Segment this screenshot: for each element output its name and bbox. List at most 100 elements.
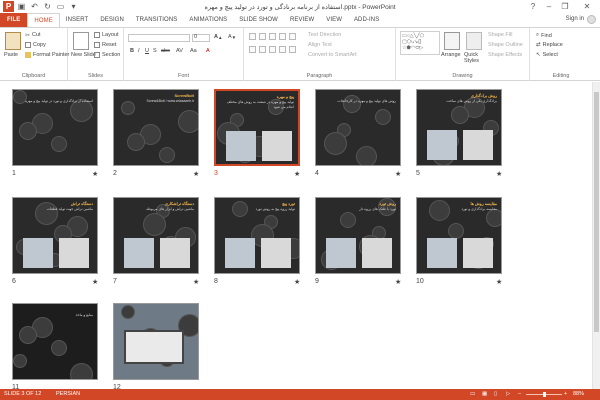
grow-font-icon[interactable]: A ▲: [214, 34, 223, 40]
align-text-button[interactable]: Align Text: [308, 42, 332, 48]
underline-button[interactable]: U: [145, 48, 149, 54]
slide-thumbnail[interactable]: دستگاه تراشکاری ماشین تراش و ابزار های مر…: [113, 197, 199, 274]
format-painter-button[interactable]: Format Painter: [25, 52, 69, 58]
slide-sorter-icon[interactable]: ▦: [482, 391, 487, 397]
tab-view[interactable]: VIEW: [320, 13, 348, 27]
tab-animations[interactable]: ANIMATIONS: [183, 13, 233, 27]
replace-button[interactable]: ⇄ Replace: [536, 42, 563, 48]
slide-thumbnail[interactable]: تورد پیچ تولید رزوه پیچ به روش تورد: [214, 197, 300, 274]
decrease-indent-icon[interactable]: [269, 33, 276, 40]
slide-thumbnail[interactable]: مقایسه روش ها مقایسه برادگذاری و تورد: [416, 197, 502, 274]
cut-button[interactable]: ✂ Cut: [25, 32, 41, 39]
slide-thumbnail[interactable]: ScrewBolt Screw&Bolt / www.ariasazeh.ir: [113, 89, 199, 166]
transition-star-icon[interactable]: ★: [92, 278, 98, 286]
paste-button[interactable]: Paste: [4, 52, 18, 58]
slide-thumbnail[interactable]: پیچ و مهره تولید پیچ و مهره در صنعت به رو…: [214, 89, 300, 166]
copy-button[interactable]: Copy: [25, 42, 46, 48]
arrange-icon[interactable]: [444, 32, 460, 50]
reading-view-icon[interactable]: ▯: [494, 391, 497, 397]
font-name-combo[interactable]: [128, 34, 190, 42]
find-button[interactable]: ⌕ Find: [536, 32, 552, 39]
transition-star-icon[interactable]: ★: [193, 170, 199, 178]
zoom-in-icon[interactable]: +: [564, 391, 567, 397]
slide-thumbnail[interactable]: روش تورد تورد با غلتک های رزوه دار: [315, 197, 401, 274]
transition-star-icon[interactable]: ★: [395, 278, 401, 286]
restore-button[interactable]: ❐: [558, 0, 572, 13]
slide-thumbnail[interactable]: استفاده از برادگذاری و تورد در تولید پیچ…: [12, 89, 98, 166]
language-indicator[interactable]: PERSIAN: [56, 391, 80, 397]
slide-thumbnail[interactable]: دستگاه تراش ماشین تراش جهت تولید قطعات: [12, 197, 98, 274]
start-slideshow-icon[interactable]: ▭: [55, 1, 66, 12]
avatar[interactable]: [587, 15, 596, 24]
transition-star-icon[interactable]: ★: [496, 278, 502, 286]
numbering-icon[interactable]: [259, 33, 266, 40]
justify-icon[interactable]: [279, 46, 286, 53]
convert-smartart-button[interactable]: Convert to SmartArt: [308, 52, 357, 58]
columns-icon[interactable]: [289, 46, 296, 53]
transition-star-icon[interactable]: ★: [496, 170, 502, 178]
sign-in-link[interactable]: Sign in: [566, 16, 584, 22]
align-center-icon[interactable]: [259, 46, 266, 53]
shapes-gallery[interactable]: ▭○△╲╱⬠ ▢⬡⤷↘{} ☆⬟◠⬭▷: [400, 31, 440, 55]
help-button[interactable]: ?: [526, 0, 540, 13]
shape-effects-button[interactable]: Shape Effects: [488, 52, 522, 58]
change-case-button[interactable]: Aa: [190, 48, 197, 54]
transition-star-icon[interactable]: ★: [294, 278, 300, 286]
section-button[interactable]: Section: [94, 52, 120, 58]
tab-insert[interactable]: INSERT: [60, 13, 95, 27]
paste-icon[interactable]: [5, 32, 21, 50]
align-left-icon[interactable]: [249, 46, 256, 53]
text-direction-button[interactable]: Text Direction: [308, 32, 341, 38]
tab-design[interactable]: DESIGN: [94, 13, 130, 27]
shape-fill-button[interactable]: Shape Fill: [488, 32, 512, 38]
customize-qat-icon[interactable]: ▾: [68, 1, 79, 12]
arrange-button[interactable]: Arrange: [441, 52, 461, 58]
close-button[interactable]: ✕: [580, 0, 594, 13]
font-color-icon[interactable]: A: [206, 48, 210, 54]
new-slide-icon[interactable]: [73, 32, 89, 50]
vertical-scrollbar[interactable]: [592, 82, 600, 389]
quick-styles-icon[interactable]: [466, 32, 482, 50]
tab-file[interactable]: FILE: [0, 13, 28, 27]
slide-thumbnail[interactable]: منابع و ماخذ: [12, 303, 98, 380]
tab-add-ins[interactable]: ADD-INS: [348, 13, 385, 27]
shape-outline-button[interactable]: Shape Outline: [488, 42, 523, 48]
slide-thumbnail[interactable]: روش های تولید پیچ و مهره در کارخانجات: [315, 89, 401, 166]
transition-star-icon[interactable]: ★: [294, 170, 300, 178]
slide-thumbnail[interactable]: روش برادگذاری برادگذاری یکی از روش های سا…: [416, 89, 502, 166]
transition-star-icon[interactable]: ★: [92, 170, 98, 178]
tab-review[interactable]: REVIEW: [284, 13, 320, 27]
tab-slide-show[interactable]: SLIDE SHOW: [233, 13, 284, 27]
zoom-out-icon[interactable]: –: [518, 391, 521, 397]
zoom-slider-thumb[interactable]: [543, 392, 546, 397]
minimize-button[interactable]: –: [542, 0, 556, 13]
layout-button[interactable]: Layout: [94, 32, 119, 38]
new-slide-button[interactable]: New Slide: [71, 52, 96, 58]
strikethrough-button[interactable]: abc: [161, 48, 170, 54]
bullets-icon[interactable]: [249, 33, 256, 40]
tab-home[interactable]: HOME: [27, 13, 60, 27]
increase-indent-icon[interactable]: [279, 33, 286, 40]
save-icon[interactable]: ▣: [16, 1, 27, 12]
italic-button[interactable]: I: [138, 48, 140, 54]
slideshow-icon[interactable]: ▷: [506, 391, 510, 397]
reset-button[interactable]: Reset: [94, 42, 116, 48]
character-spacing-button[interactable]: AV: [176, 48, 183, 54]
bold-button[interactable]: B: [130, 48, 134, 54]
zoom-level[interactable]: 88%: [573, 391, 584, 397]
slide-picture: [226, 131, 256, 161]
tab-transitions[interactable]: TRANSITIONS: [130, 13, 183, 27]
transition-star-icon[interactable]: ★: [193, 278, 199, 286]
slide-thumbnail[interactable]: [113, 303, 199, 380]
redo-icon[interactable]: ↻: [42, 1, 53, 12]
line-spacing-icon[interactable]: [289, 33, 296, 40]
shadow-button[interactable]: S: [153, 48, 157, 54]
shrink-font-icon[interactable]: A ▼: [228, 34, 236, 40]
scrollbar-thumb[interactable]: [594, 92, 599, 332]
quick-styles-button[interactable]: Quick Styles: [464, 52, 486, 64]
align-right-icon[interactable]: [269, 46, 276, 53]
undo-icon[interactable]: ↶: [29, 1, 40, 12]
transition-star-icon[interactable]: ★: [395, 170, 401, 178]
normal-view-icon[interactable]: ▭: [470, 391, 475, 397]
select-button[interactable]: ↖ Select: [536, 52, 558, 58]
